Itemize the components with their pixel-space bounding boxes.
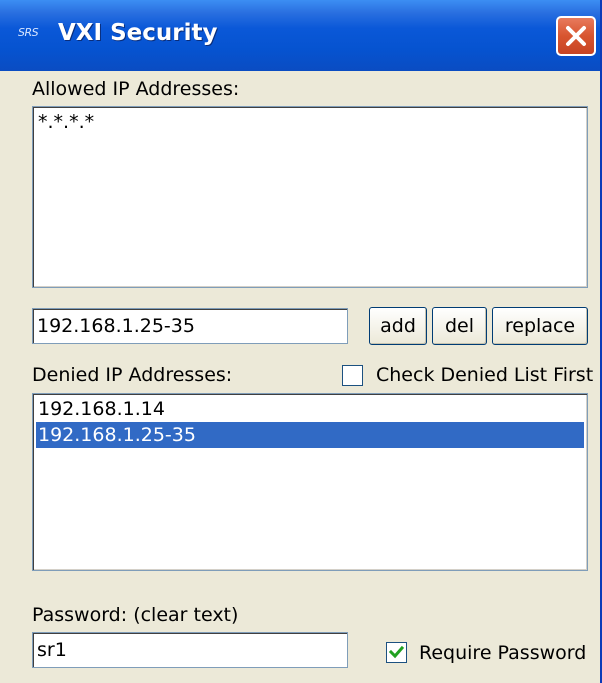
ip-address-input[interactable]: 192.168.1.25-35 xyxy=(32,308,348,344)
denied-ip-list[interactable]: 192.168.1.14 192.168.1.25-35 xyxy=(32,393,588,571)
require-password-label[interactable]: Require Password xyxy=(419,642,586,664)
check-denied-first-checkbox[interactable] xyxy=(342,365,363,386)
title-bar[interactable]: SRS VXI Security xyxy=(0,0,600,71)
srs-logo-icon: SRS xyxy=(18,26,39,39)
require-password-checkbox[interactable] xyxy=(386,642,407,663)
check-denied-first-label[interactable]: Check Denied List First xyxy=(376,364,593,386)
password-label: Password: (clear text) xyxy=(32,604,239,626)
close-button[interactable] xyxy=(556,16,596,56)
list-item[interactable]: 192.168.1.14 xyxy=(36,396,584,422)
vxi-security-dialog: SRS VXI Security Allowed IP Addresses: *… xyxy=(0,0,602,683)
allowed-ip-label: Allowed IP Addresses: xyxy=(32,78,240,100)
add-button[interactable]: add xyxy=(369,307,427,345)
list-item-selected[interactable]: 192.168.1.25-35 xyxy=(36,422,584,448)
allowed-ip-list[interactable]: *.*.*.* xyxy=(32,106,588,288)
list-item[interactable]: *.*.*.* xyxy=(36,109,94,135)
denied-ip-label: Denied IP Addresses: xyxy=(32,364,233,386)
window-title: VXI Security xyxy=(58,20,218,46)
del-button[interactable]: del xyxy=(432,307,487,345)
replace-button[interactable]: replace xyxy=(492,307,588,345)
password-input[interactable]: sr1 xyxy=(32,632,348,668)
checkmark-icon xyxy=(388,645,405,659)
close-icon xyxy=(566,26,586,46)
